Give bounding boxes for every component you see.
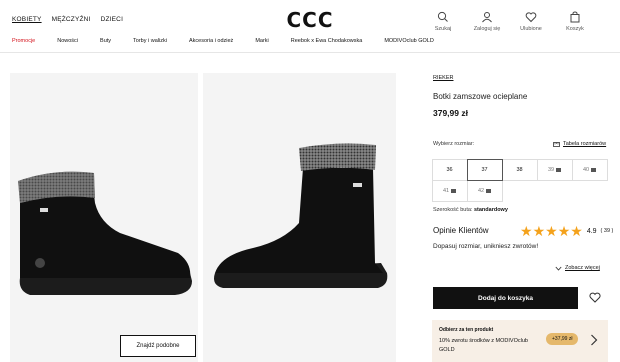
shoe-width: Szerokość buta: standardowy [433, 207, 508, 213]
size-option-selected[interactable]: 37 [466, 158, 503, 181]
user-icon [482, 12, 492, 23]
size-value: 41 [442, 187, 450, 194]
show-more-label: Zobacz więcej [565, 265, 600, 271]
show-more-reviews[interactable]: Zobacz więcej [555, 265, 600, 271]
envelope-icon [451, 188, 457, 193]
shoe-width-value: standardowy [473, 207, 508, 213]
favorites-button[interactable]: Ulubione [516, 11, 546, 32]
size-table-link[interactable]: Tabela rozmiarów [553, 141, 606, 147]
size-option[interactable]: 38 [501, 158, 538, 181]
size-grid: 36 37 38 39 40 41 42 [431, 158, 608, 202]
size-value: 38 [516, 166, 523, 173]
star-icon: ★ [557, 223, 571, 239]
rating-value: 4.9 [586, 227, 597, 235]
cat-reebok[interactable]: Reebok x Ewa Chodakowska [291, 38, 363, 44]
product-name: Botki zamszowe ocieplane [433, 92, 528, 101]
envelope-icon [591, 167, 597, 172]
login-button[interactable]: Zaloguj się [472, 11, 502, 32]
size-value: 39 [547, 166, 555, 173]
size-label: Wybierz rozmiar: [433, 141, 475, 147]
search-icon [437, 11, 448, 22]
ruler-icon [553, 141, 560, 147]
search-label: Szukaj [434, 26, 452, 32]
cashback-promo[interactable]: Odbierz za ten produkt 10% zwrotu środkó… [432, 320, 608, 362]
rating-stars[interactable]: ★ ★ ★ ★ ★ 4.9 ( 39 ) [520, 224, 613, 238]
size-value: 42 [477, 187, 485, 194]
review-count: ( 39 ) [600, 228, 614, 234]
cart-button[interactable]: Koszyk [560, 11, 590, 32]
add-favorite-heart-icon[interactable] [589, 292, 601, 303]
category-nav: Promocje Nowości Buty Torby i walizki Ak… [12, 38, 456, 44]
size-value: 40 [582, 166, 590, 173]
size-value: 36 [446, 166, 453, 173]
bag-icon [570, 11, 580, 23]
reviews-title: Opinie Klientów [433, 226, 489, 235]
chevron-down-icon [555, 266, 562, 271]
find-similar-button[interactable]: Znajdź podobne [120, 335, 196, 357]
login-label: Zaloguj się [473, 26, 501, 32]
promo-text: 10% zwrotu środków z MODIVOclub GOLD [439, 338, 528, 353]
cat-marki[interactable]: Marki [255, 38, 268, 44]
favorites-label: Ulubione [520, 26, 542, 32]
star-icon: ★ [532, 223, 546, 239]
size-option-unavailable[interactable]: 41 [431, 179, 468, 202]
product-image-front[interactable] [203, 73, 396, 362]
cat-promocje[interactable]: Promocje [12, 38, 35, 44]
star-icon: ★ [570, 223, 583, 239]
star-icon: ★ [520, 223, 533, 239]
add-to-cart-button[interactable]: Dodaj do koszyka [433, 287, 578, 309]
envelope-icon [486, 188, 492, 193]
cat-nowosci[interactable]: Nowości [57, 38, 78, 44]
cashback-badge: +37,99 zł [546, 333, 579, 345]
cart-label: Koszyk [566, 26, 584, 32]
boot-side-view [18, 171, 192, 295]
header-divider [0, 52, 620, 53]
cat-torby[interactable]: Torby i walizki [133, 38, 167, 44]
envelope-icon [556, 167, 562, 172]
product-price: 379,99 zł [433, 108, 468, 118]
chevron-right-icon [591, 334, 598, 346]
product-image-side[interactable]: Znajdź podobne [10, 73, 198, 362]
header-actions: Szukaj Zaloguj się Ulubione Koszyk [428, 11, 590, 32]
heart-icon [525, 12, 537, 23]
star-icon: ★ [545, 223, 558, 239]
brand-link[interactable]: RIEKER [433, 75, 453, 81]
size-table-label: Tabela rozmiarów [563, 141, 607, 147]
size-option-unavailable[interactable]: 40 [571, 158, 608, 181]
size-option-unavailable[interactable]: 42 [466, 179, 503, 202]
shoe-width-label: Szerokość buta: [433, 207, 473, 213]
size-option-unavailable[interactable]: 39 [536, 158, 573, 181]
search-button[interactable]: Szukaj [428, 11, 458, 32]
boot-front-view [214, 143, 388, 288]
review-prompt: Dopasuj rozmiar, unikniesz zwrotów! [433, 243, 539, 250]
size-value: 37 [481, 166, 488, 173]
cat-akcesoria[interactable]: Akcesoria i odzież [189, 38, 233, 44]
promo-title: Odbierz za ten produkt [439, 327, 494, 333]
cat-modivoclub[interactable]: MODIVOclub GOLD [384, 38, 434, 44]
cat-buty[interactable]: Buty [100, 38, 111, 44]
size-option[interactable]: 36 [431, 158, 468, 181]
